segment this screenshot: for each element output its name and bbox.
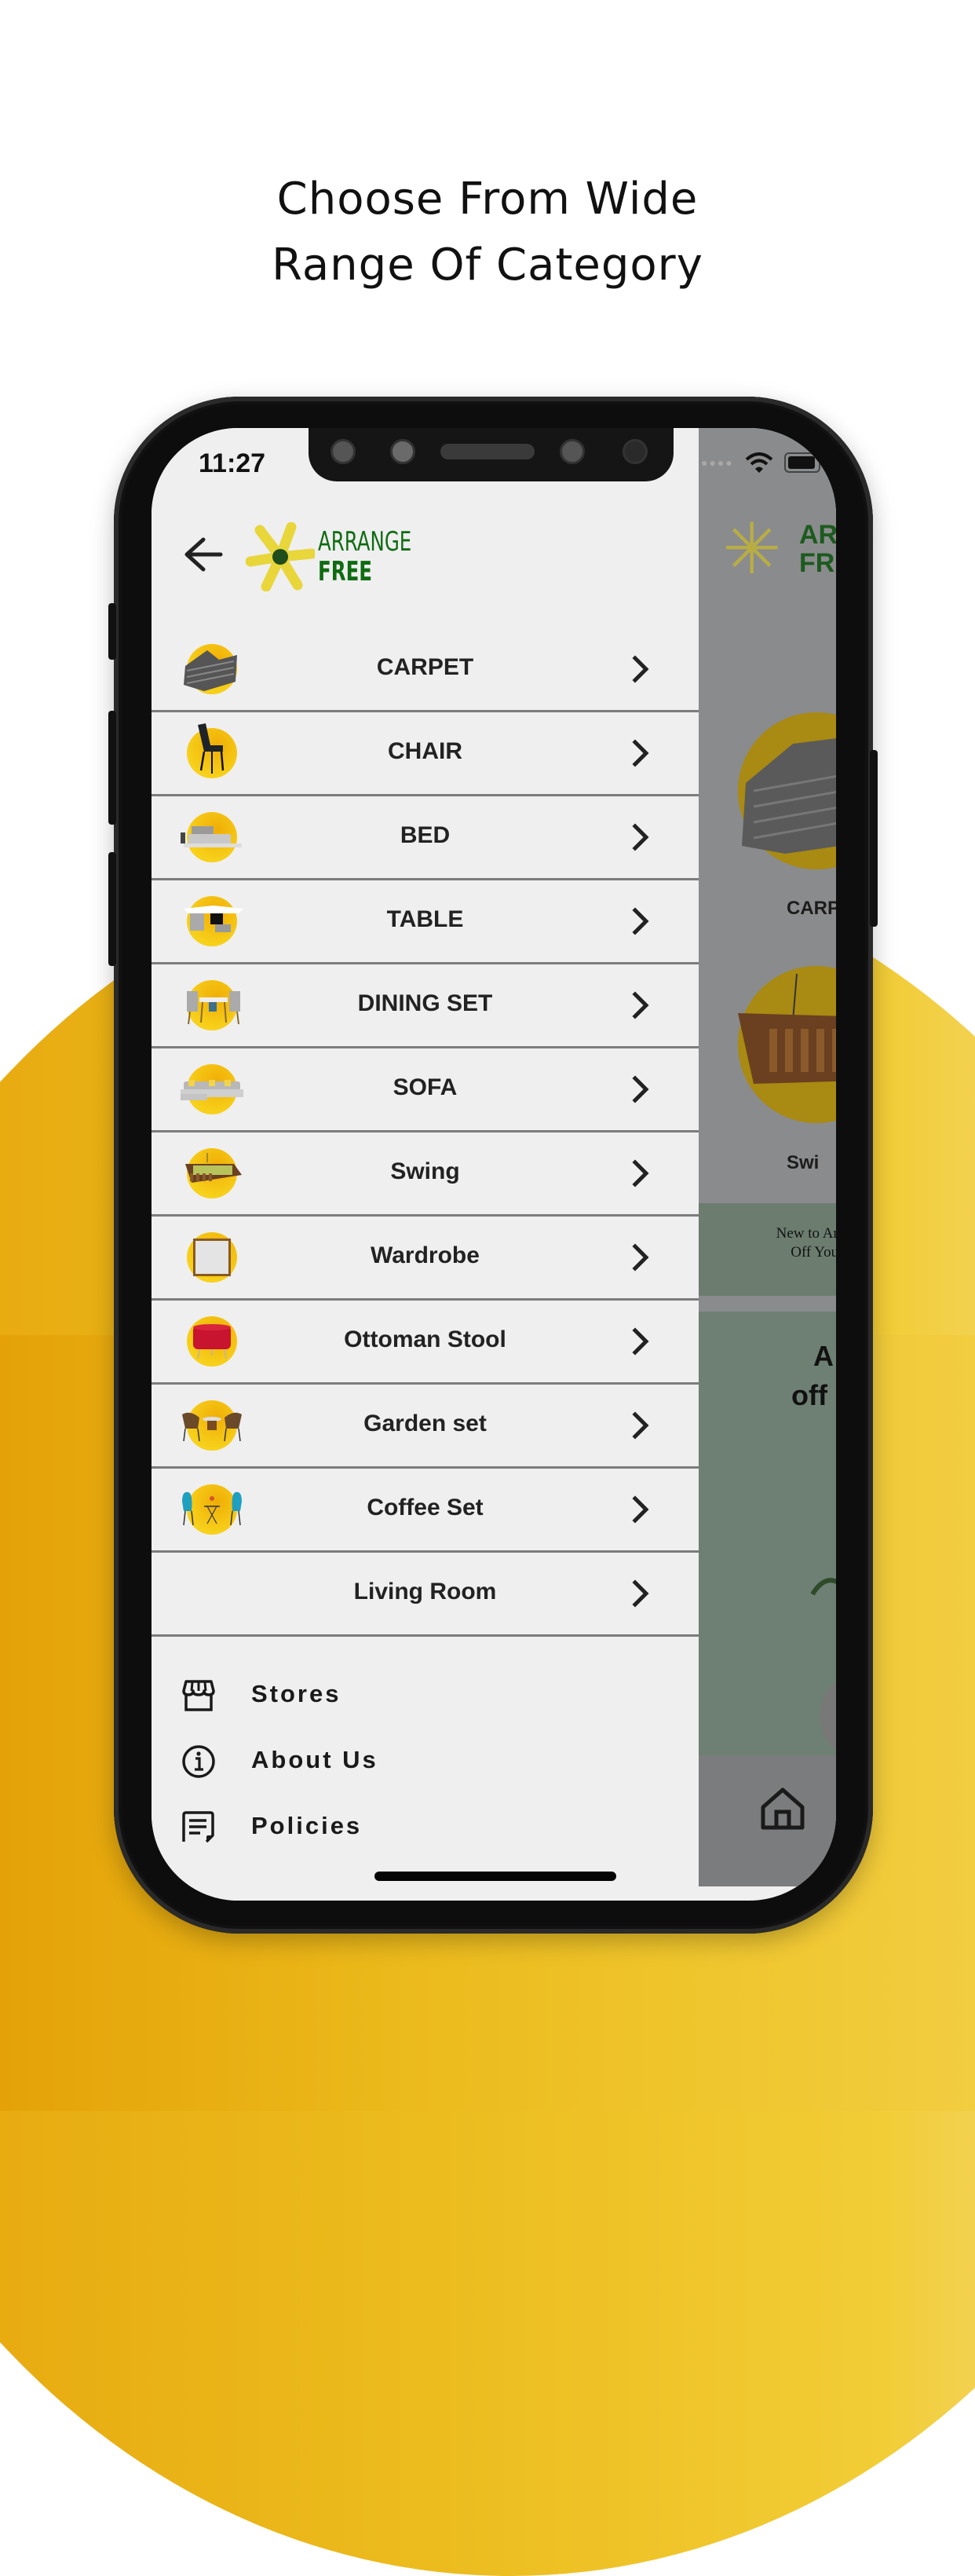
- info-icon: [182, 1745, 215, 1778]
- category-item-bed[interactable]: BED: [152, 796, 699, 880]
- plant-icon: [810, 1578, 836, 1596]
- proximity-sensor: [560, 439, 585, 464]
- category-item-chair[interactable]: CHAIR: [152, 712, 699, 796]
- link-label: Policies: [251, 1812, 363, 1839]
- link-about-us[interactable]: About Us: [152, 1735, 699, 1801]
- category-label: CHAIR: [388, 738, 462, 764]
- category-item-dining-set[interactable]: DINING SET: [152, 964, 699, 1048]
- banner-line-2: off: [791, 1379, 827, 1411]
- link-label: Stores: [251, 1680, 341, 1707]
- category-label: Garden set: [363, 1411, 487, 1436]
- carpet-image-icon: [742, 738, 836, 854]
- background-category-label-1: CARP: [787, 898, 836, 919]
- face-id-sensor: [623, 439, 648, 464]
- headline-line-2: Range Of Category: [272, 240, 703, 291]
- chevron-right-icon: [632, 1243, 649, 1272]
- banner-line-1: A: [813, 1340, 834, 1372]
- chevron-right-icon: [632, 1411, 649, 1440]
- category-item-carpet[interactable]: CARPET: [152, 628, 699, 712]
- front-camera: [330, 439, 356, 464]
- chevron-right-icon: [632, 823, 649, 851]
- wifi-icon: [745, 452, 773, 473]
- banner-decor: [820, 1681, 836, 1751]
- background-brand-line-2: FRI: [799, 548, 836, 578]
- category-item-swing[interactable]: Swing: [152, 1132, 699, 1217]
- document-icon: [182, 1811, 214, 1843]
- promo-line-1: New to Arrange fr: [776, 1225, 836, 1242]
- navigation-drawer: ARRANGE FREE CARPET CHAIR BED TABLE DINING S…: [152, 428, 699, 1901]
- background-tab-bar: [699, 1755, 836, 1886]
- phone-screen: ✳ ARI FRI CARP Swi: [152, 428, 836, 1901]
- phone-notch: [309, 428, 674, 481]
- background-brand-line-1: ARI: [799, 520, 836, 550]
- secondary-links: Stores About Us Policies: [152, 1669, 699, 1867]
- category-label: Ottoman Stool: [344, 1326, 506, 1352]
- category-label: Swing: [390, 1158, 460, 1184]
- category-label: TABLE: [386, 906, 464, 932]
- chevron-right-icon: [632, 739, 649, 767]
- battery-icon: [783, 452, 820, 473]
- link-stores[interactable]: Stores: [152, 1669, 699, 1735]
- category-label: Wardrobe: [371, 1242, 480, 1268]
- category-item-living-room[interactable]: Living Room: [152, 1553, 699, 1637]
- chevron-right-icon: [632, 991, 649, 1019]
- promo-headline: Choose From Wide Range Of Category: [0, 166, 975, 298]
- category-item-sofa[interactable]: SOFA: [152, 1048, 699, 1132]
- signal-dots-icon: ●●●●: [701, 456, 734, 469]
- status-time: 11:27: [199, 448, 266, 478]
- category-label: BED: [400, 822, 451, 848]
- category-label: CARPET: [376, 654, 474, 680]
- category-item-coffee-set[interactable]: Coffee Set: [152, 1469, 699, 1553]
- background-banner: A off: [699, 1312, 836, 1755]
- category-label: Living Room: [353, 1579, 497, 1605]
- headline-line-1: Choose From Wide: [276, 174, 699, 225]
- chevron-right-icon: [632, 1579, 649, 1608]
- category-item-ottoman-stool[interactable]: Ottoman Stool: [152, 1301, 699, 1385]
- volume-down-button: [108, 852, 116, 966]
- arrow-left-icon[interactable]: [183, 536, 224, 573]
- brand-logo: ARRANGE FREE: [246, 522, 426, 593]
- link-label: About Us: [251, 1746, 378, 1773]
- background-category-label-2: Swi: [787, 1152, 820, 1173]
- promo-line-2: Off Your Firs: [791, 1244, 836, 1261]
- drawer-scrim[interactable]: ✳ ARI FRI CARP Swi: [699, 428, 836, 1886]
- swing-image-icon: [738, 973, 836, 1084]
- earpiece-speaker: [440, 444, 535, 459]
- chevron-right-icon: [632, 1495, 649, 1524]
- status-indicators: ●●●●: [701, 452, 820, 474]
- background-promo-text: New to Arrange fr Off Your Firs: [713, 1224, 836, 1262]
- chevron-right-icon: [632, 655, 649, 683]
- chevron-right-icon: [632, 907, 649, 935]
- power-button: [870, 750, 878, 927]
- mute-switch: [108, 603, 116, 660]
- background-banner-text: A off: [791, 1337, 834, 1415]
- category-label: DINING SET: [357, 990, 493, 1016]
- brand-name: ARRANGE FREE: [318, 527, 448, 587]
- chevron-right-icon: [632, 1159, 649, 1187]
- category-item-wardrobe[interactable]: Wardrobe: [152, 1217, 699, 1301]
- category-item-garden-set[interactable]: Garden set: [152, 1385, 699, 1469]
- store-icon: [182, 1680, 215, 1711]
- chevron-right-icon: [632, 1075, 649, 1103]
- category-menu: CARPET CHAIR BED TABLE DINING SET SOFA Swing Wa…: [152, 628, 699, 1637]
- category-label: SOFA: [393, 1074, 458, 1100]
- background-category-image-carpet: [738, 712, 836, 869]
- volume-up-button: [108, 711, 116, 825]
- link-policies[interactable]: Policies: [152, 1801, 699, 1867]
- brand-star-icon: [246, 522, 315, 591]
- background-brand-text: ARI FRI: [799, 521, 836, 577]
- home-icon: [761, 1787, 805, 1830]
- brand-name-line-2: FREE: [318, 556, 373, 587]
- background-category-image-swing: [738, 966, 836, 1123]
- category-label: Coffee Set: [367, 1495, 484, 1520]
- category-item-table[interactable]: TABLE: [152, 880, 699, 964]
- brand-name-line-1: ARRANGE: [318, 526, 412, 558]
- background-logo-icon: ✳: [722, 510, 782, 589]
- chevron-right-icon: [632, 1327, 649, 1356]
- background-promo-strip: New to Arrange fr Off Your Firs: [699, 1203, 836, 1296]
- home-indicator[interactable]: [374, 1872, 616, 1881]
- sensor: [390, 439, 415, 464]
